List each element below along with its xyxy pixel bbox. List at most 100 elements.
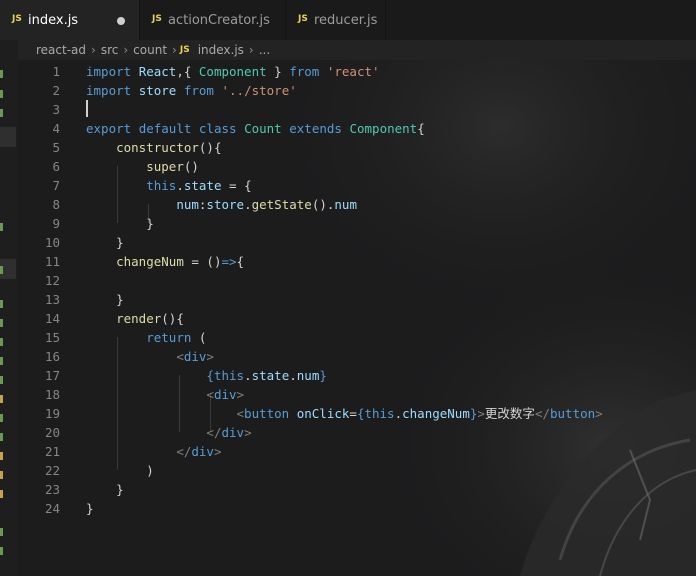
line-number: 20 [44, 425, 60, 440]
tab-action-creator-js[interactable]: JS actionCreator.js [140, 0, 286, 40]
unsaved-dot-icon[interactable] [117, 17, 125, 25]
breadcrumb-folder[interactable]: react-ad [34, 43, 88, 57]
line-number: 3 [52, 102, 60, 117]
code-token: > [595, 406, 603, 421]
git-added-marker [0, 319, 3, 327]
code-text: <button onClick={this.changeNum}>更改数字</b… [86, 404, 603, 423]
git-added-marker [0, 414, 3, 422]
code-token: ( [191, 330, 207, 345]
code-token: } [86, 292, 124, 307]
code-token: store [138, 83, 177, 98]
code-line[interactable]: 1 import React,{ Component } from 'react' [18, 62, 696, 81]
breadcrumb-file[interactable]: index.js [196, 43, 246, 57]
chevron-right-icon: › [172, 43, 177, 57]
code-token: } [86, 235, 124, 250]
code-token: > [244, 425, 252, 440]
code-token: </ [534, 406, 550, 421]
code-line[interactable]: 24} [18, 499, 696, 518]
code-token: < [236, 406, 245, 421]
code-token: </ [206, 425, 222, 440]
code-token: import [86, 64, 132, 79]
code-token: Component [198, 64, 267, 79]
line-number: 8 [52, 197, 60, 212]
code-line[interactable]: 22 ) [18, 461, 696, 480]
code-text: } [86, 214, 154, 233]
code-token: button [244, 406, 290, 421]
code-token: (){ [198, 140, 222, 155]
code-line[interactable]: 12 [18, 271, 696, 290]
code-line[interactable]: 5 constructor(){ [18, 138, 696, 157]
code-token: super [146, 159, 184, 174]
code-token: => [221, 254, 237, 269]
breadcrumb-symbol[interactable]: ... [257, 43, 272, 57]
code-line[interactable]: 7 this.state = { [18, 176, 696, 195]
code-line[interactable]: 17 {this.state.num} [18, 366, 696, 385]
code-text: this.state = { [86, 176, 251, 195]
code-token: > [477, 406, 485, 421]
code-line[interactable]: 3 [18, 100, 696, 119]
code-token: this [364, 406, 395, 421]
line-number: 7 [52, 178, 60, 193]
code-token: changeNum [402, 406, 470, 421]
code-token: > [206, 349, 214, 364]
breadcrumb-folder[interactable]: count [131, 43, 169, 57]
code-line[interactable]: 9 } [18, 214, 696, 233]
code-token: (){ [161, 311, 184, 326]
code-line[interactable]: 20 </div> [18, 423, 696, 442]
code-text: } [86, 499, 94, 518]
breadcrumb-folder[interactable]: src [99, 43, 121, 57]
code-line[interactable]: 14 render(){ [18, 309, 696, 328]
git-added-marker [0, 357, 3, 365]
breadcrumb: react-ad › src › count › JS index.js › .… [0, 40, 696, 60]
line-number: 4 [52, 121, 60, 136]
code-token: div [191, 444, 214, 459]
code-token: } [266, 64, 290, 79]
code-line[interactable]: 19 <button onClick={this.changeNum}>更改数字… [18, 404, 696, 423]
code-line[interactable]: 4 export default class Count extends Comp… [18, 119, 696, 138]
code-token: return [146, 330, 192, 345]
code-token: . [394, 406, 403, 421]
line-number: 19 [44, 406, 60, 421]
code-text: {this.state.num} [86, 366, 326, 385]
code-line[interactable]: 13 } [18, 290, 696, 309]
code-token: React [138, 64, 177, 79]
code-line[interactable]: 18 <div> [18, 385, 696, 404]
code-editor[interactable]: 1 import React,{ Component } from 'react'… [18, 60, 696, 576]
code-line[interactable]: 21 </div> [18, 442, 696, 461]
code-token: div [221, 425, 245, 440]
code-line[interactable]: 23 } [18, 480, 696, 499]
code-line[interactable]: 16 <div> [18, 347, 696, 366]
code-token: { [236, 254, 245, 269]
tab-reducer-js[interactable]: JS reducer.js [286, 0, 386, 40]
git-added-marker [0, 223, 3, 231]
code-token: state [251, 368, 290, 383]
code-token: div [183, 349, 207, 364]
code-line[interactable]: 6 super() [18, 157, 696, 176]
code-line[interactable]: 15 return ( [18, 328, 696, 347]
code-line[interactable]: 8 num:store.getState().num [18, 195, 696, 214]
chevron-right-icon: › [91, 43, 96, 57]
code-text: import store from '../store' [86, 81, 297, 100]
code-token: num [334, 197, 357, 212]
tab-index-js[interactable]: JS index.js [0, 0, 140, 40]
code-line[interactable]: 2 import store from '../store' [18, 81, 696, 100]
code-line[interactable]: 10 } [18, 233, 696, 252]
code-token: { [417, 121, 425, 136]
code-token: onClick [296, 406, 350, 421]
code-token: = [349, 406, 357, 421]
code-line[interactable]: 11 changeNum = ()=>{ [18, 252, 696, 271]
explorer-selected-row [0, 127, 16, 147]
code-token: state [183, 178, 222, 193]
code-text: import React,{ Component } from 'react' [86, 62, 380, 81]
